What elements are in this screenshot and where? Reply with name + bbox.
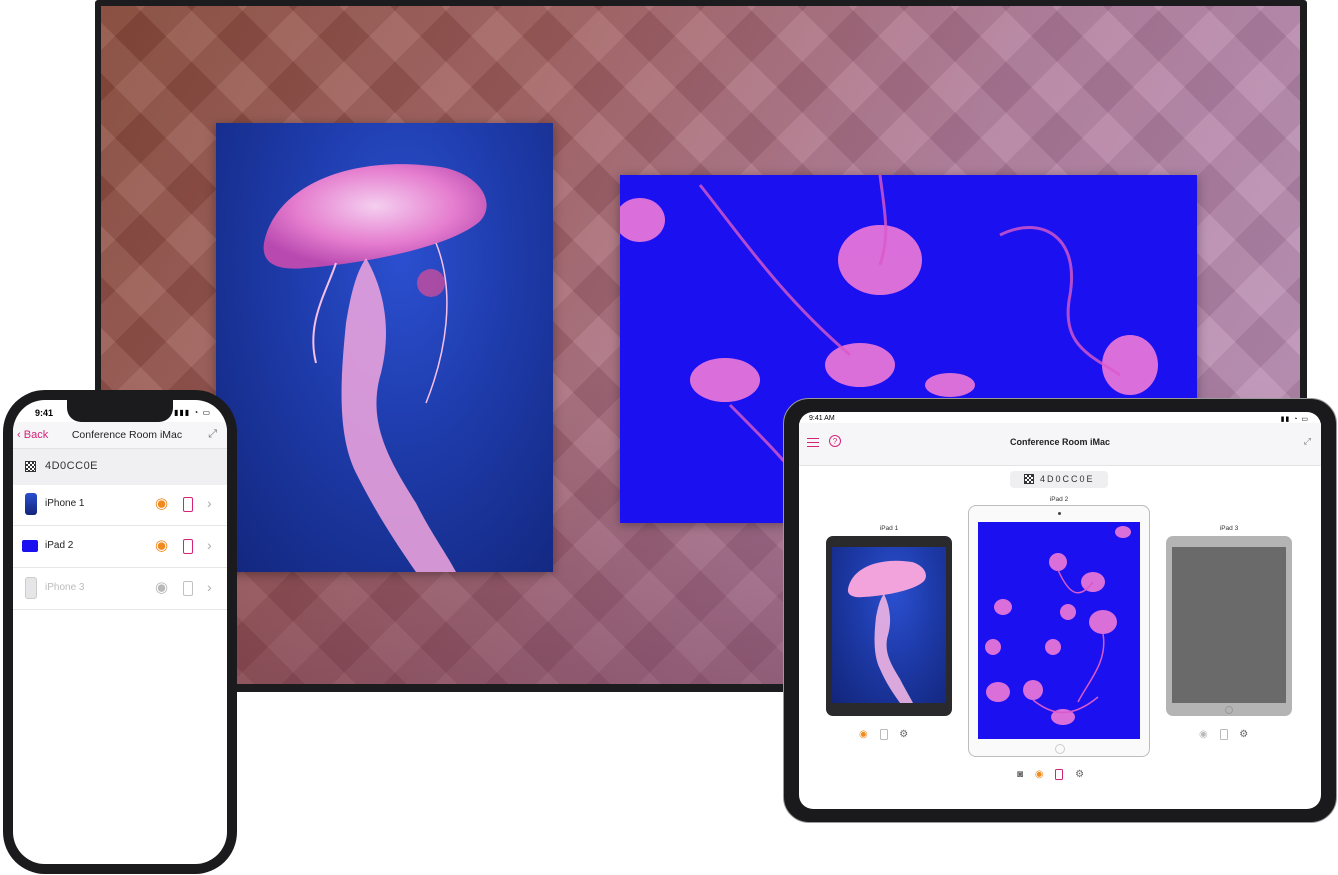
device-controls: ◙ ◉ ⚙ [1017,769,1093,780]
device-list: iPhone 1 ◉ › iPad 2 ◉ › iPhone 3 ◉ › [13,484,227,610]
device-label: iPhone 1 [45,498,85,509]
list-item[interactable]: iPad 2 ◉ › [13,526,227,568]
camera-icon[interactable]: ◙ [1017,769,1023,780]
notch [67,400,173,422]
eye-icon[interactable]: ◉ [1199,729,1208,740]
ipad-nav-bar: ? Conference Room iMac ⤢ [799,423,1321,466]
chevron-right-icon[interactable]: › [207,537,212,553]
eye-icon[interactable]: ◉ [1035,769,1044,780]
page-title: Conference Room iMac [71,429,183,441]
device-icon[interactable] [183,581,193,596]
iphone-screen: 9:41 ▮▮▮ ◔ ▭ ‹ Back Conference Room iMac… [13,400,227,864]
room-code-pill[interactable]: 4D0CC0E [1010,471,1108,488]
status-time: 9:41 AM [809,415,835,422]
device-thumbnail [25,577,37,599]
jellyfish-image [847,560,926,703]
iphone-nav-bar: ‹ Back Conference Room iMac ⤢ [13,422,227,448]
eye-icon[interactable]: ◉ [155,494,168,512]
device-icon[interactable] [1055,769,1064,780]
device-label: iPad 2 [45,540,74,551]
status-icons: ▮▮ ◔ ▭ [1280,416,1309,423]
expand-icon[interactable]: ⤢ [208,428,217,441]
eye-icon[interactable]: ◉ [859,729,868,740]
camera-dot [1058,512,1061,515]
ipad-screen: 9:41 AM ▮▮ ◔ ▭ ? Conference Room iMac ⤢ … [799,412,1321,809]
device-icon[interactable] [183,539,193,554]
device-icon[interactable] [183,497,193,512]
device-preview-screen [1172,547,1286,703]
device-preview-ipad-1[interactable] [826,536,952,716]
room-code-row[interactable]: 4D0CC0E [13,448,227,485]
expand-icon[interactable]: ⤢ [1304,436,1311,447]
device-preview-screen [978,522,1140,739]
jellyfish-image [263,164,487,572]
room-code: 4D0CC0E [45,460,99,472]
device-preview-ipad-2[interactable] [968,505,1150,757]
gear-icon[interactable]: ⚙ [899,729,908,740]
device-icon[interactable] [879,729,888,740]
iphone-device: 9:41 ▮▮▮ ◔ ▭ ‹ Back Conference Room iMac… [3,390,237,874]
device-label: iPad 3 [1219,525,1239,532]
device-icon[interactable] [1219,729,1228,740]
qr-icon [25,461,36,472]
qr-icon [1024,474,1034,484]
device-controls: ◉ ⚙ [1199,729,1257,740]
device-thumbnail [22,540,38,552]
eye-icon[interactable]: ◉ [155,578,168,596]
home-button [1055,744,1065,754]
shared-photo-jellyfish-portrait [216,123,553,572]
room-code: 4D0CC0E [1040,474,1095,484]
gear-icon[interactable]: ⚙ [1239,729,1248,740]
ipad-device: 9:41 AM ▮▮ ◔ ▭ ? Conference Room iMac ⤢ … [783,398,1337,823]
list-item[interactable]: iPhone 3 ◉ › [13,568,227,610]
device-preview-screen [832,547,946,703]
home-button [1225,706,1233,714]
jellyfish-group-image [985,526,1131,725]
device-controls: ◉ ⚙ [859,729,917,740]
page-title: Conference Room iMac [1009,437,1111,447]
device-label: iPad 2 [1049,496,1069,503]
chevron-right-icon[interactable]: › [207,495,212,511]
eye-icon[interactable]: ◉ [155,536,168,554]
device-label: iPad 1 [879,525,899,532]
gear-icon[interactable]: ⚙ [1075,769,1084,780]
chevron-right-icon[interactable]: › [207,579,212,595]
device-preview-ipad-3[interactable] [1166,536,1292,716]
device-thumbnail [25,493,37,515]
status-time: 9:41 [35,408,54,418]
device-label: iPhone 3 [45,582,85,593]
list-item[interactable]: iPhone 1 ◉ › [13,484,227,526]
status-icons: ▮▮▮ ◔ ▭ [173,408,211,417]
